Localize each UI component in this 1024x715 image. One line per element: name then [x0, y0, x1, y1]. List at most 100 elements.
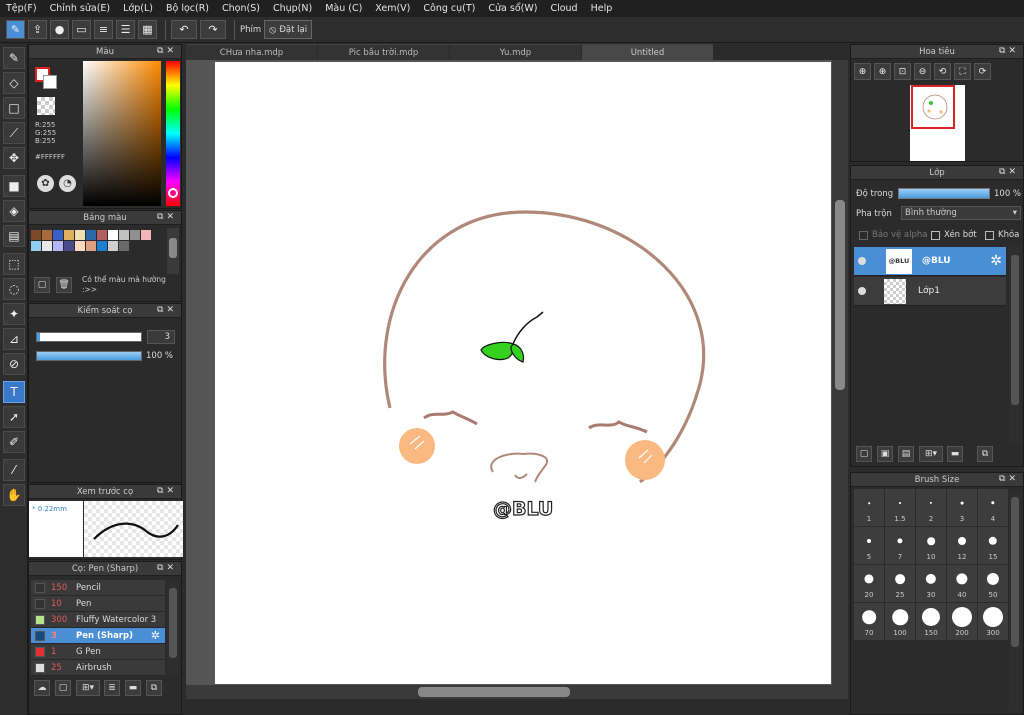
operation-tool-icon[interactable]: ➚ — [3, 406, 25, 428]
palette-swatch[interactable] — [130, 230, 140, 240]
new-layer-icon[interactable]: ▢ — [856, 446, 872, 462]
document-icon[interactable]: ≡ — [94, 20, 113, 39]
brush-size-cell[interactable]: 20 — [854, 565, 884, 602]
app-menu-icon[interactable]: ✎ — [6, 20, 25, 39]
brush-size-cell[interactable]: 40 — [947, 565, 977, 602]
brush-size-cell[interactable]: 50 — [978, 565, 1008, 602]
document-tab[interactable]: CHưa nha.mdp — [186, 44, 317, 60]
scroll-thumb[interactable] — [1011, 255, 1019, 405]
palette-swatch[interactable] — [42, 230, 52, 240]
duplicate-layer-icon[interactable]: ⧉ — [977, 446, 993, 462]
select-pen-icon[interactable]: ⊿ — [3, 328, 25, 350]
fullscreen-icon[interactable]: ⛶ — [954, 63, 971, 80]
palette-scrollbar[interactable] — [167, 228, 179, 274]
document-tab[interactable]: Pic bầu trời.mdp — [318, 44, 449, 60]
palette-swatch[interactable] — [97, 230, 107, 240]
menu-item[interactable]: Cloud — [550, 3, 577, 14]
brush-size-cell[interactable]: 200 — [947, 603, 977, 640]
export-icon[interactable]: ⇪ — [28, 20, 47, 39]
brush-size-cell[interactable]: 70 — [854, 603, 884, 640]
palette-swatch[interactable] — [119, 241, 129, 251]
fit-icon[interactable]: ⊡ — [894, 63, 911, 80]
layer-item[interactable]: Lớp1 — [854, 277, 1006, 306]
new-layer-2-icon[interactable]: ▣ — [877, 446, 893, 462]
eye-icon[interactable] — [858, 287, 866, 295]
protect-alpha-checkbox[interactable]: Bảo vệ alpha — [859, 230, 927, 240]
brush-size-cell[interactable]: 12 — [947, 527, 977, 564]
brush-size-slider[interactable] — [36, 332, 142, 342]
list-icon[interactable]: ☰ — [116, 20, 135, 39]
magic-wand-icon[interactable]: ✦ — [3, 303, 25, 325]
palette-swatch[interactable] — [42, 241, 52, 251]
brush-size-cell[interactable]: 1 — [854, 489, 884, 526]
scroll-thumb[interactable] — [169, 588, 177, 658]
color-picker-icon[interactable]: ◔ — [59, 175, 76, 192]
background-swatch[interactable] — [43, 75, 57, 89]
brush-size-cell[interactable]: 30 — [916, 565, 946, 602]
layer-item[interactable]: @BLU @BLU ✲ — [854, 247, 1006, 276]
palette-swatch[interactable] — [31, 230, 41, 240]
brush-cloud-icon[interactable]: ☁ — [34, 680, 50, 696]
brush-settings-icon[interactable]: ≣ — [104, 680, 120, 696]
brush-size-cell[interactable]: 4 — [978, 489, 1008, 526]
reset-snap-button[interactable]: ⦸ Đặt lại — [264, 20, 313, 39]
layer-scrollbar[interactable] — [1009, 245, 1021, 445]
blend-mode-select[interactable]: Bình thường — [901, 206, 1021, 220]
palette-swatch[interactable] — [97, 241, 107, 251]
add-layer-menu-icon[interactable]: ⊞▾ — [919, 446, 943, 462]
menu-item[interactable]: Lớp(L) — [123, 3, 153, 14]
new-brush-icon[interactable]: ▢ — [55, 680, 71, 696]
brush-list-scrollbar[interactable] — [167, 580, 179, 676]
color-wheel-icon[interactable]: ✿ — [37, 175, 54, 192]
panel-controls-icon[interactable]: ⧉✕ — [999, 167, 1019, 177]
menu-item[interactable]: Tệp(F) — [6, 3, 37, 14]
select-rect-icon[interactable]: ⬚ — [3, 253, 25, 275]
brush-tool-icon[interactable]: ✎ — [3, 47, 25, 69]
panel-controls-icon[interactable]: ⧉✕ — [157, 212, 177, 222]
hue-knob[interactable] — [168, 188, 178, 198]
palette-swatch[interactable] — [141, 230, 151, 240]
rectangle-fill-icon[interactable]: ■ — [3, 175, 25, 197]
eyedropper-icon[interactable]: ✐ — [3, 431, 25, 453]
panel-controls-icon[interactable]: ⧉✕ — [157, 486, 177, 496]
brush-size-cell[interactable]: 25 — [885, 565, 915, 602]
gradient-tool-icon[interactable]: ▤ — [3, 225, 25, 247]
redo-icon[interactable]: ↷ — [200, 20, 226, 39]
menu-item[interactable]: Công cụ(T) — [423, 3, 475, 14]
saturation-value-picker[interactable] — [83, 61, 161, 206]
brush-size-cell[interactable]: 7 — [885, 527, 915, 564]
palette-swatch[interactable] — [86, 230, 96, 240]
palette-swatch[interactable] — [108, 230, 118, 240]
navigator-viewport[interactable] — [911, 85, 955, 129]
panel-controls-icon[interactable]: ⧉✕ — [157, 563, 177, 573]
zoom-out-icon[interactable]: ⊖ — [914, 63, 931, 80]
brush-size-cell[interactable]: 300 — [978, 603, 1008, 640]
brush-item[interactable]: 150 Pencil — [31, 580, 165, 596]
eraser-tool-icon[interactable]: ◇ — [3, 72, 25, 94]
menu-item[interactable]: Bộ lọc(R) — [166, 3, 209, 14]
palette-swatch[interactable] — [64, 241, 74, 251]
brush-item[interactable]: 3 Pen (Sharp) ✲ — [31, 628, 165, 644]
brush-size-cell[interactable]: 150 — [916, 603, 946, 640]
palette-swatch[interactable] — [86, 241, 96, 251]
dot-tool-icon[interactable]: □ — [3, 97, 25, 119]
transparent-swatch[interactable] — [37, 97, 55, 115]
select-eraser-icon[interactable]: ⊘ — [3, 353, 25, 375]
lock-checkbox[interactable]: Khóa — [985, 230, 1019, 240]
panel-controls-icon[interactable]: ⧉✕ — [157, 305, 177, 315]
scroll-thumb[interactable] — [1011, 497, 1019, 647]
brush-size-cell[interactable]: 1.5 — [885, 489, 915, 526]
menu-item[interactable]: Chọn(S) — [222, 3, 260, 14]
brush-size-cell[interactable]: 10 — [916, 527, 946, 564]
add-brush-icon[interactable]: ⊞▾ — [76, 680, 100, 696]
move-tool-icon[interactable]: ✥ — [3, 147, 25, 169]
rotate-right-icon[interactable]: ⟳ — [974, 63, 991, 80]
brush-item[interactable]: 25 Airbrush — [31, 660, 165, 676]
folder-icon[interactable]: ▬ — [947, 446, 963, 462]
brush-item[interactable]: 1 G Pen — [31, 644, 165, 660]
brush-item[interactable]: 300 Fluffy Watercolor 3 — [31, 612, 165, 628]
comment-icon[interactable]: ▭ — [72, 20, 91, 39]
panel-controls-icon[interactable]: ⧉✕ — [999, 474, 1019, 484]
canvas-vertical-scrollbar[interactable] — [832, 60, 848, 685]
palette-swatch[interactable] — [64, 230, 74, 240]
